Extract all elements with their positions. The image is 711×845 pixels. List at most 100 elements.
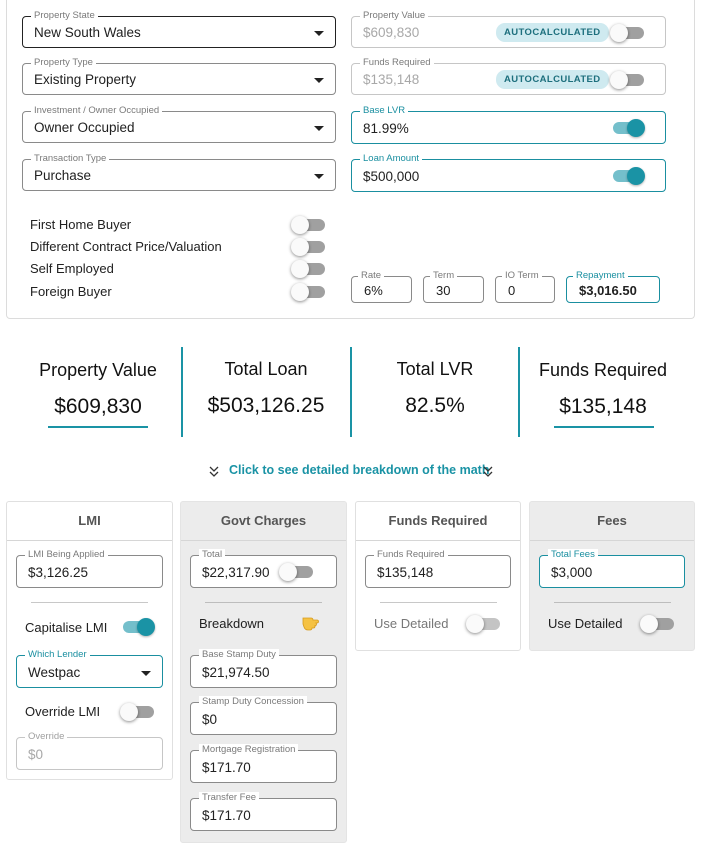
term-field[interactable]: Term 30 (423, 270, 484, 303)
card-title: Fees (597, 513, 627, 528)
loan-amount-toggle[interactable] (610, 166, 646, 186)
breakdown-label: Breakdown (199, 616, 265, 631)
field-label: LMI Being Applied (25, 549, 108, 561)
field-value: $21,974.50 (202, 665, 270, 680)
lmi-card: LMI LMI Being Applied $3,126.25 Capitali… (6, 501, 173, 780)
property-type-select[interactable]: Property Type Existing Property (22, 57, 336, 95)
stamp-duty-concession-field[interactable]: Stamp Duty Concession $0 (190, 696, 337, 735)
field-value: $171.70 (202, 760, 251, 775)
field-value: $0 (202, 712, 218, 727)
summary-value-funds-required: $135,148 (559, 395, 647, 418)
field-label: Total (199, 549, 226, 561)
field-label: Which Lender (25, 649, 90, 661)
funds-required-detail-field[interactable]: Funds Required $135,148 (365, 549, 511, 588)
different-contract-price-toggle[interactable] (291, 237, 327, 257)
override-field[interactable]: Override $0 (16, 731, 163, 770)
self-employed-label: Self Employed (30, 261, 114, 276)
transaction-type-select[interactable]: Transaction Type Purchase (22, 153, 336, 191)
summary-title-total-loan: Total Loan (224, 359, 308, 379)
self-employed-toggle[interactable] (291, 259, 327, 279)
govt-charges-card: Govt Charges Total $22,317.90 Breakdown … (180, 501, 347, 843)
repayment-field[interactable]: Repayment $3,016.50 (566, 270, 660, 303)
mortgage-registration-field[interactable]: Mortgage Registration $171.70 (190, 744, 337, 783)
override-lmi-label: Override LMI (25, 704, 101, 719)
govt-total-toggle[interactable] (279, 562, 315, 582)
use-detailed-toggle[interactable] (640, 614, 676, 634)
field-value: Existing Property (34, 72, 137, 87)
field-value: $0 (28, 747, 44, 762)
base-lvr-toggle[interactable] (610, 118, 646, 138)
capitalise-lmi-toggle[interactable] (120, 617, 156, 637)
card-title: Govt Charges (220, 513, 307, 528)
total-fees-field[interactable]: Total Fees $3,000 (539, 549, 685, 588)
chevron-down-icon (314, 31, 324, 36)
use-detailed-toggle[interactable] (466, 614, 502, 634)
summary-title-total-lvr: Total LVR (396, 359, 474, 379)
card-title: Funds Required (388, 513, 488, 528)
fees-card: Fees Total Fees $3,000 Use Detailed (529, 501, 695, 651)
property-value-field[interactable]: Property Value $609,830 AUTOCALCULATED (351, 10, 666, 48)
field-label: Property State (31, 10, 98, 22)
field-label: Override (25, 731, 68, 743)
funds-required-field[interactable]: Funds Required $135,148 AUTOCALCULATED (351, 57, 666, 95)
chevron-down-icon (141, 671, 151, 676)
field-label: Transfer Fee (199, 792, 260, 804)
property-value-toggle[interactable] (610, 23, 646, 43)
funds-required-toggle[interactable] (610, 70, 646, 90)
summary-underline (554, 426, 654, 428)
transfer-fee-field[interactable]: Transfer Fee $171.70 (190, 792, 337, 831)
card-title: LMI (78, 513, 101, 528)
summary-underline (48, 426, 148, 428)
capitalise-lmi-label: Capitalise LMI (25, 620, 108, 635)
field-label: Loan Amount (360, 153, 422, 165)
field-value: $3,016.50 (579, 283, 637, 298)
chevron-down-icon (314, 126, 324, 131)
field-label: Repayment (573, 270, 628, 282)
govt-total-field[interactable]: Total $22,317.90 (190, 549, 337, 588)
summary-title-funds-required: Funds Required (538, 360, 668, 380)
field-label: Property Type (31, 57, 96, 69)
double-chevron-down-icon[interactable] (483, 466, 493, 478)
field-value: $500,000 (363, 169, 420, 184)
field-label: Base LVR (360, 105, 409, 117)
field-label: Investment / Owner Occupied (31, 105, 163, 117)
field-value: $3,126.25 (28, 565, 89, 580)
field-value: 30 (436, 283, 451, 298)
lender-select[interactable]: Which Lender Westpac (16, 649, 163, 688)
use-detailed-label: Use Detailed (548, 616, 623, 631)
field-label: Mortgage Registration (199, 744, 299, 756)
different-contract-price-label: Different Contract Price/Valuation (30, 239, 222, 254)
field-value: $609,830 (363, 25, 420, 40)
field-value: $135,148 (377, 565, 434, 580)
pointing-hand-icon[interactable] (300, 612, 320, 632)
field-label: Funds Required (360, 57, 434, 69)
field-value: $171.70 (202, 808, 251, 823)
field-value: Purchase (34, 168, 92, 183)
breakdown-link[interactable]: Click to see detailed breakdown of the m… (229, 463, 489, 477)
io-term-field[interactable]: IO Term 0 (495, 270, 555, 303)
chevron-down-icon (314, 174, 324, 179)
lmi-applied-field[interactable]: LMI Being Applied $3,126.25 (16, 549, 163, 588)
double-chevron-down-icon[interactable] (209, 466, 219, 478)
occupancy-select[interactable]: Investment / Owner Occupied Owner Occupi… (22, 105, 336, 143)
summary-value-total-loan: $503,126.25 (207, 394, 325, 417)
base-stamp-duty-field[interactable]: Base Stamp Duty $21,974.50 (190, 649, 337, 688)
autocalculated-badge: AUTOCALCULATED (496, 23, 609, 42)
override-lmi-toggle[interactable] (120, 702, 156, 722)
rate-field[interactable]: Rate 6% (351, 270, 412, 303)
field-value: $22,317.90 (202, 565, 270, 580)
autocalculated-badge: AUTOCALCULATED (496, 70, 609, 89)
first-home-buyer-label: First Home Buyer (30, 217, 132, 232)
field-label: Total Fees (548, 549, 598, 561)
foreign-buyer-toggle[interactable] (291, 282, 327, 302)
property-state-select[interactable]: Property State New South Wales (22, 10, 336, 48)
loan-amount-field[interactable]: Loan Amount $500,000 (351, 153, 666, 192)
field-label: IO Term (502, 270, 542, 282)
field-value: Owner Occupied (34, 120, 135, 135)
field-label: Funds Required (374, 549, 448, 561)
first-home-buyer-toggle[interactable] (291, 215, 327, 235)
foreign-buyer-label: Foreign Buyer (30, 284, 112, 299)
base-lvr-field[interactable]: Base LVR 81.99% (351, 105, 666, 144)
field-label: Transaction Type (31, 153, 110, 165)
field-value: Westpac (28, 665, 81, 680)
